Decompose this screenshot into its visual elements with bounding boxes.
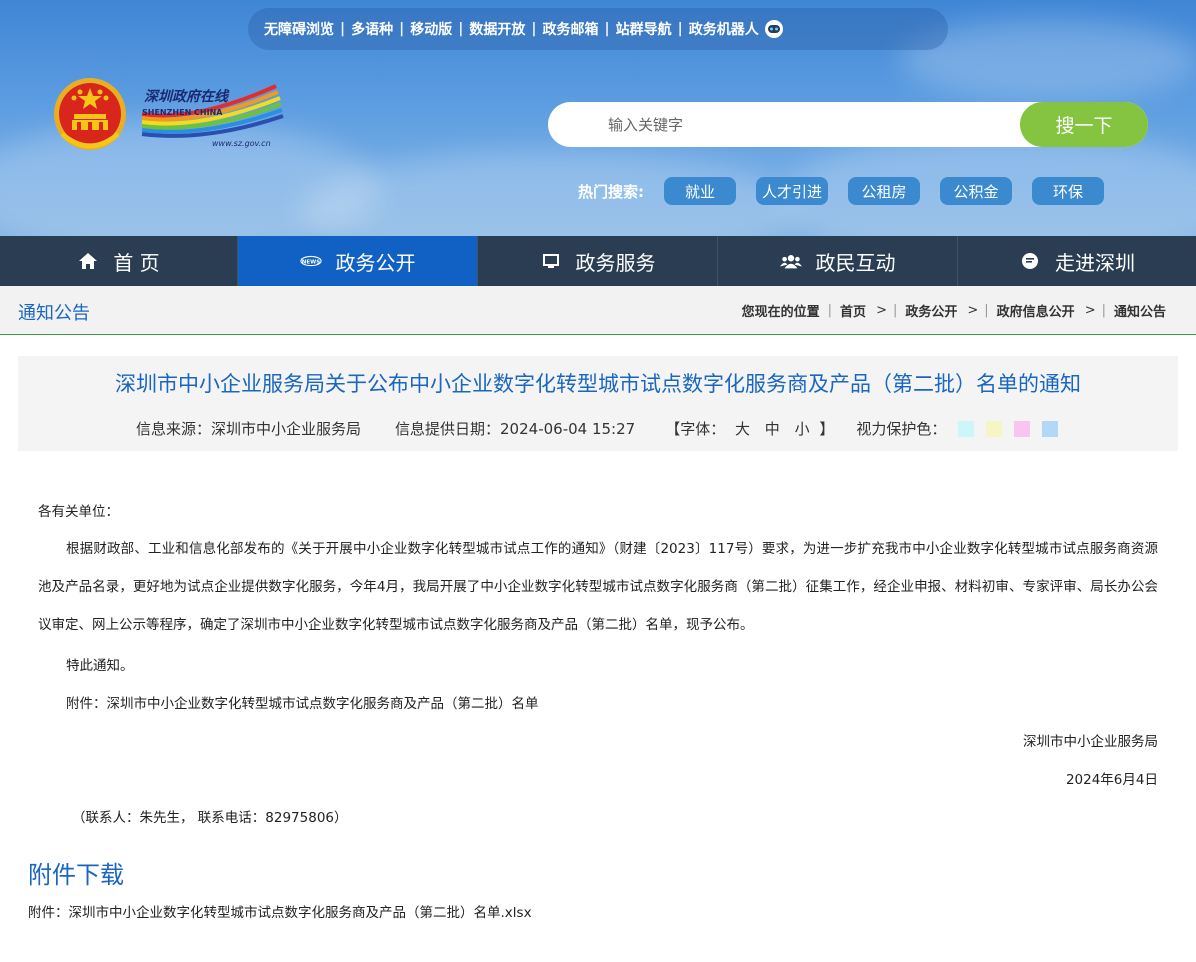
attachment-download-link[interactable]: 附件：深圳市中小企业数字化转型城市试点数字化服务商及产品（第二批）名单.xlsx <box>28 901 532 921</box>
nav-label: 政务公开 <box>335 250 416 275</box>
article-header: 深圳市中小企业服务局关于公布中小企业数字化转型城市试点数字化服务商及产品（第二批… <box>18 356 1178 451</box>
hot-tag[interactable]: 公积金 <box>940 177 1012 205</box>
font-close: 】 <box>819 420 835 438</box>
breadcrumb-arrow: > <box>1084 303 1096 318</box>
separator: | <box>1101 303 1106 318</box>
breadcrumb-location-label: 您现在的位置 <box>741 305 820 320</box>
link-languages[interactable]: 多语种 <box>351 19 393 39</box>
national-emblem <box>54 78 126 150</box>
nav-interaction[interactable]: 政民互动 <box>718 236 958 286</box>
hot-search-label: 热门搜索: <box>578 182 644 201</box>
separator: | <box>604 21 610 37</box>
separator: | <box>458 21 464 37</box>
separator: | <box>399 21 405 37</box>
logo-text-cn: 深圳政府在线 <box>144 89 228 105</box>
attachment-line: 附件：深圳市中小企业数字化转型城市试点数字化服务商及产品（第二批）名单 <box>66 696 539 712</box>
link-open-data[interactable]: 数据开放 <box>469 19 525 39</box>
breadcrumb-notices[interactable]: 通知公告 <box>1114 301 1166 320</box>
breadcrumb-bar: 通知公告 您现在的位置 | 首页 > | 政务公开 > | 政府信息公开 > |… <box>0 286 1196 335</box>
search-box: 搜一下 <box>548 102 1148 147</box>
breadcrumb-home[interactable]: 首页 <box>840 301 866 320</box>
nav-label: 政务服务 <box>575 250 656 275</box>
logo-url: www.sz.gov.cn <box>212 139 271 148</box>
salutation: 各有关单位： <box>38 504 119 520</box>
monitor-icon <box>540 250 562 272</box>
nav-enter-shenzhen[interactable]: 走进深圳 <box>958 236 1196 286</box>
link-site-nav[interactable]: 站群导航 <box>616 19 672 39</box>
breadcrumb-info-disclosure[interactable]: 政府信息公开 <box>997 301 1075 320</box>
nav-label: 首 页 <box>113 250 160 275</box>
breadcrumb: 您现在的位置 | 首页 > | 政务公开 > | 政府信息公开 > | 通知公告 <box>742 301 1166 320</box>
eye-color-blue[interactable] <box>1042 420 1059 437</box>
hot-tag[interactable]: 环保 <box>1032 177 1104 205</box>
breadcrumb-arrow: > <box>967 303 979 318</box>
eye-color-yellow[interactable] <box>986 420 1003 437</box>
separator: | <box>677 21 683 37</box>
breadcrumb-arrow: > <box>876 303 887 318</box>
separator: | <box>827 303 833 318</box>
separator: | <box>531 21 537 37</box>
news-icon: NEWS <box>299 250 322 272</box>
nav-gov-affairs[interactable]: NEWS 政务公开 <box>238 236 478 286</box>
article-title: 深圳市中小企业服务局关于公布中小企业数字化转型城市试点数字化服务商及产品（第二批… <box>115 372 1081 396</box>
separator: | <box>984 303 989 318</box>
hot-tag[interactable]: 就业 <box>664 177 736 205</box>
signer: 深圳市中小企业服务局 <box>1023 734 1158 750</box>
home-icon <box>77 250 99 272</box>
nav-label: 政民互动 <box>815 250 896 275</box>
link-mobile[interactable]: 移动版 <box>410 19 452 39</box>
hot-tag[interactable]: 公租房 <box>848 177 920 205</box>
nav-label: 走进深圳 <box>1055 250 1135 275</box>
breadcrumb-gov-affairs[interactable]: 政务公开 <box>905 301 957 320</box>
link-gov-mail[interactable]: 政务邮箱 <box>543 19 599 39</box>
link-gov-robot[interactable]: 政务机器人 <box>689 19 759 39</box>
download-title: 附件下载 <box>28 861 124 889</box>
eye-color-cyan[interactable] <box>958 420 975 437</box>
eye-color-pink[interactable] <box>1014 420 1031 437</box>
notice-line: 特此通知。 <box>66 658 134 674</box>
body-paragraph: 根据财政部、工业和信息化部发布的《关于开展中小企业数字化转型城市试点工作的通知》… <box>38 541 1158 633</box>
section-title: 通知公告 <box>18 303 90 324</box>
robot-icon[interactable] <box>763 18 785 40</box>
article-meta: 信息来源：深圳市中小企业服务局 信息提供日期：2024-06-04 15:27 … <box>136 418 1059 439</box>
font-large-button[interactable]: 大 <box>735 420 750 438</box>
hot-tag[interactable]: 人才引进 <box>756 177 828 205</box>
top-link-bar: 无障碍浏览 | 多语种 | 移动版 | 数据开放 | 政务邮箱 | 站群导航 |… <box>248 8 948 50</box>
hot-search: 热门搜索: 就业 人才引进 公租房 公积金 环保 <box>578 177 1124 205</box>
people-icon <box>779 250 802 272</box>
eye-protect-label: 视力保护色： <box>856 420 947 438</box>
contact-info: （联系人：朱先生， 联系电话：82975806） <box>72 810 348 826</box>
info-source: 信息来源：深圳市中小企业服务局 <box>136 420 362 438</box>
info-date: 信息提供日期：2024-06-04 15:27 <box>395 420 636 438</box>
sign-date: 2024年6月4日 <box>1065 772 1158 788</box>
font-label: 【字体： <box>665 420 726 438</box>
search-input[interactable] <box>548 102 1028 147</box>
chat-icon <box>1019 250 1041 272</box>
font-medium-button[interactable]: 中 <box>765 420 780 438</box>
nav-gov-service[interactable]: 政务服务 <box>478 236 718 286</box>
search-button[interactable]: 搜一下 <box>1020 102 1148 147</box>
separator: | <box>892 303 898 318</box>
svg-text:NEWS: NEWS <box>301 259 319 265</box>
site-header: 无障碍浏览 | 多语种 | 移动版 | 数据开放 | 政务邮箱 | 站群导航 |… <box>0 0 1196 236</box>
logo-text-en: SHENZHEN CHINA <box>142 108 223 117</box>
nav-home[interactable]: 首 页 <box>0 236 238 286</box>
main-nav: 首 页 NEWS 政务公开 政务服务 政民互动 走进深圳 <box>0 236 1196 286</box>
separator: | <box>340 21 346 37</box>
shenzhen-logo[interactable]: 深圳政府在线 SHENZHEN CHINA www.sz.gov.cn <box>136 82 286 154</box>
link-accessibility[interactable]: 无障碍浏览 <box>264 19 334 39</box>
font-size-control: 【字体： 大 中 小 】 <box>665 418 834 439</box>
font-small-button[interactable]: 小 <box>795 420 810 438</box>
